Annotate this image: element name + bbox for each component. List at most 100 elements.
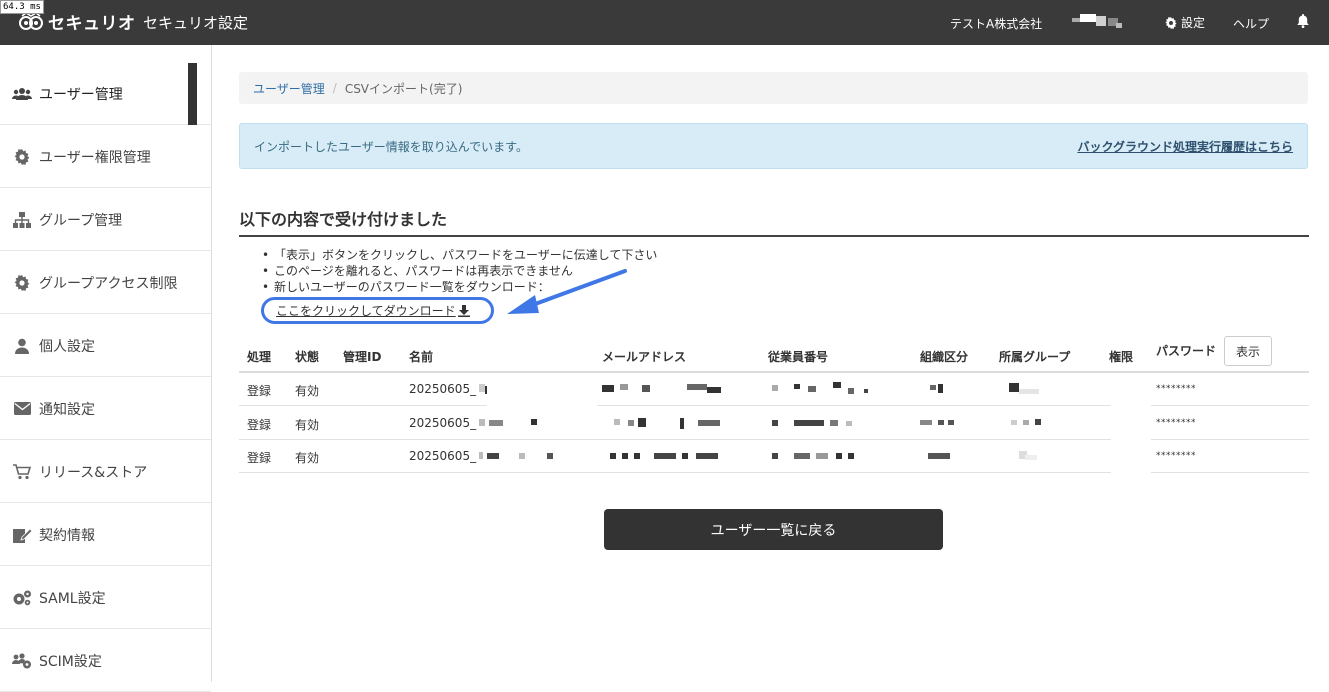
settings-link[interactable]: 設定 — [1165, 14, 1205, 31]
logo-text: セキュリオ — [48, 14, 136, 34]
cell-employee-blurred — [772, 453, 854, 459]
redaction-mask — [487, 373, 597, 406]
redaction-mask — [1111, 440, 1151, 473]
sidebar-item-release-store[interactable]: リリース&ストア — [0, 441, 211, 503]
table-header: 処理 状態 管理ID 名前 メールアドレス 従業員番号 組織区分 所属グループ … — [239, 336, 1309, 373]
cell-email-blurred — [602, 384, 721, 393]
user-icon — [12, 337, 32, 355]
redaction-mask — [1111, 373, 1151, 406]
cell-name-blurred — [479, 419, 537, 426]
instruction-item: 「表示」ボタンをクリックし、パスワードをユーザーに伝達して下さい — [262, 247, 657, 263]
col-name: 名前 — [409, 350, 434, 364]
cell-action: 登録 — [247, 418, 272, 432]
bell-icon[interactable] — [1297, 14, 1309, 28]
sidebar-item-label: SCIM設定 — [39, 653, 102, 670]
col-employee-number: 従業員番号 — [768, 350, 829, 364]
section-divider — [239, 235, 1309, 237]
sidebar-item-scim[interactable]: SCIM設定 — [0, 630, 211, 692]
sidebar-item-label: 通知設定 — [39, 401, 95, 418]
cell-org-blurred — [930, 384, 943, 393]
envelope-icon — [12, 400, 32, 418]
cell-group-blurred — [1019, 451, 1037, 460]
settings-label: 設定 — [1181, 16, 1206, 30]
sidebar-item-label: グループアクセス制限 — [39, 275, 178, 292]
cell-password: ******** — [1156, 418, 1196, 428]
alert-message: インポートしたユーザー情報を取り込んでいます。 — [254, 139, 528, 154]
table-row: 登録 有効 20250605_ ******** — [239, 440, 1309, 473]
table-row: 登録 有効 20250605_ ******** — [239, 407, 1309, 440]
top-navigation-bar: セキュリオ セキュリオ設定 テストA株式会社 設定 ヘルプ — [0, 0, 1329, 45]
sidebar-item-group-access[interactable]: グループアクセス制限 — [0, 252, 211, 314]
sidebar-item-label: ユーザー管理 — [39, 86, 123, 103]
cell-name: 20250605_ — [409, 382, 477, 396]
back-to-user-list-button[interactable]: ユーザー一覧に戻る — [604, 509, 943, 550]
sidebar-item-label: リリース&ストア — [39, 464, 148, 481]
cell-name: 20250605_ — [409, 449, 477, 463]
background-history-link[interactable]: バックグラウンド処理実行履歴はこちら — [1077, 138, 1293, 155]
col-email: メールアドレス — [602, 350, 687, 364]
sidebar-item-label: グループ管理 — [39, 212, 123, 229]
sitemap-icon — [12, 211, 32, 229]
cell-email-blurred — [610, 453, 718, 459]
sidebar-item-group-management[interactable]: グループ管理 — [0, 189, 211, 251]
sidebar-item-personal-settings[interactable]: 個人設定 — [0, 315, 211, 377]
cell-email-blurred — [614, 418, 720, 429]
cart-icon — [12, 463, 32, 481]
breadcrumb-user-management[interactable]: ユーザー管理 — [253, 80, 325, 97]
cell-action: 登録 — [247, 384, 272, 398]
sidebar-item-user-management[interactable]: ユーザー管理 — [0, 63, 211, 125]
gear-icon — [12, 274, 32, 292]
user-name-blurred[interactable] — [1072, 14, 1124, 30]
breadcrumb-current: CSVインポート(完了) — [344, 81, 463, 96]
col-org-division: 組織区分 — [920, 350, 969, 364]
sidebar-item-label: 契約情報 — [39, 527, 95, 544]
breadcrumb: ユーザー管理 / CSVインポート(完了) — [239, 72, 1308, 104]
col-admin-id: 管理ID — [343, 350, 382, 364]
annotation-arrow-icon — [507, 269, 627, 314]
gears-icon — [12, 589, 32, 607]
gear-icon — [12, 148, 32, 166]
cell-name-blurred — [479, 452, 553, 459]
users-icon — [12, 85, 32, 103]
active-indicator — [188, 63, 197, 125]
cell-org-blurred — [920, 420, 954, 425]
users-gear-icon — [12, 652, 32, 670]
info-alert: インポートしたユーザー情報を取り込んでいます。 バックグラウンド処理実行履歴はこ… — [239, 123, 1308, 169]
cell-status: 有効 — [295, 384, 320, 398]
cell-action: 登録 — [247, 451, 272, 465]
cell-password: ******** — [1156, 384, 1196, 394]
sidebar: ユーザー管理 ユーザー権限管理 グループ管理 グループアクセス制限 個人設定 通… — [0, 45, 212, 692]
sidebar-item-user-permissions[interactable]: ユーザー権限管理 — [0, 126, 211, 188]
show-password-button[interactable]: 表示 — [1224, 336, 1272, 366]
cell-status: 有効 — [295, 418, 320, 432]
cell-employee-blurred — [772, 382, 868, 394]
cell-group-blurred — [1011, 419, 1041, 425]
col-group: 所属グループ — [999, 350, 1071, 364]
sidebar-item-label: SAML設定 — [39, 590, 106, 607]
help-link[interactable]: ヘルプ — [1233, 15, 1269, 32]
gear-icon — [1165, 16, 1177, 29]
cell-employee-blurred — [772, 420, 852, 426]
cell-org-blurred — [928, 453, 950, 459]
col-action: 処理 — [247, 350, 272, 364]
sidebar-item-notifications[interactable]: 通知設定 — [0, 378, 211, 440]
cell-group-blurred — [1009, 383, 1039, 394]
sidebar-item-saml[interactable]: SAML設定 — [0, 567, 211, 629]
breadcrumb-separator: / — [332, 81, 337, 95]
download-icon — [457, 304, 470, 317]
download-link-label: ここをクリックしてダウンロード — [276, 304, 456, 318]
sidebar-item-label: 個人設定 — [39, 338, 95, 355]
col-status: 状態 — [295, 350, 320, 364]
download-highlight: ここをクリックしてダウンロード — [261, 297, 494, 324]
cell-password: ******** — [1156, 451, 1196, 461]
col-password: パスワード — [1156, 344, 1217, 358]
redaction-mask — [1111, 407, 1151, 440]
cell-name: 20250605_ — [409, 416, 477, 430]
download-link[interactable]: ここをクリックしてダウンロード — [276, 302, 470, 319]
company-name: テストA株式会社 — [950, 17, 1043, 31]
sidebar-item-contract[interactable]: 契約情報 — [0, 504, 211, 566]
render-timing-badge: 64.3 ms — [0, 0, 44, 14]
table-row: 登録 有効 20250605_ ******** — [239, 373, 1309, 406]
app-title: セキュリオ設定 — [143, 14, 249, 32]
signature-icon — [12, 526, 32, 544]
